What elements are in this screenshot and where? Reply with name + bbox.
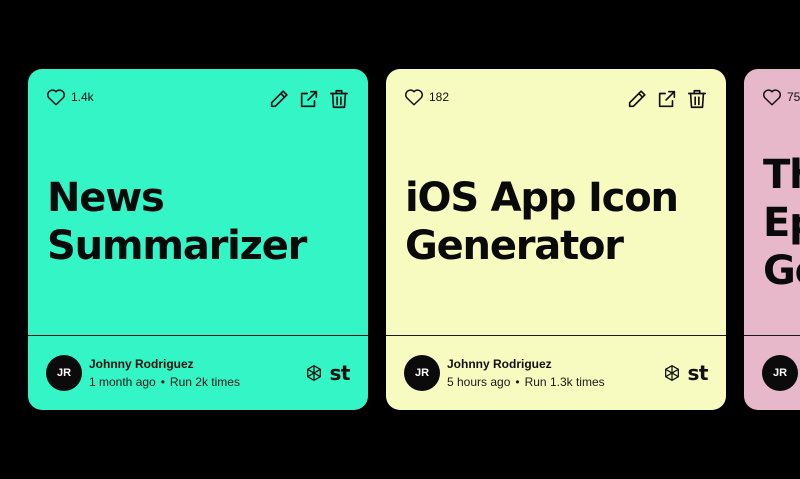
like-button[interactable]: 75 (762, 88, 800, 106)
card-title-line: Th (763, 152, 800, 198)
like-button[interactable]: 182 (404, 88, 449, 106)
card-meta: 5 hours ago • Run 1.3k times (447, 375, 605, 389)
brand-mark: st (662, 361, 709, 385)
card-actions (268, 88, 350, 110)
author-name[interactable]: Johnny Rodriguez (447, 357, 552, 371)
time-ago: 5 hours ago (447, 375, 511, 389)
card-title-line: iOS App Icon (405, 175, 679, 221)
card-header: 75 (744, 69, 800, 129)
separator-dot: • (160, 375, 165, 389)
card-title-line: Generator (405, 223, 624, 269)
external-link-icon[interactable] (656, 88, 678, 110)
card-header: 1.4k (28, 69, 368, 129)
run-count: Run 1.3k times (524, 375, 605, 389)
card-footer: JR Johnny Rodriguez 5 hours ago • Run 1.3k… (404, 355, 709, 391)
external-link-icon[interactable] (298, 88, 320, 110)
card-title-line: Ep (763, 200, 800, 246)
prompt-card[interactable]: 1.4k News Summarizer JR Johnny Rodriguez… (28, 69, 368, 410)
card-title-line: Go (763, 248, 800, 294)
like-button[interactable]: 1.4k (46, 88, 94, 106)
trash-icon[interactable] (686, 88, 708, 110)
heart-icon (46, 88, 66, 106)
avatar[interactable]: JR (762, 355, 798, 391)
like-count: 75 (787, 90, 800, 104)
heart-icon (404, 88, 424, 106)
avatar[interactable]: JR (46, 355, 82, 391)
brand-mark: st (304, 361, 351, 385)
pencil-icon[interactable] (626, 88, 648, 110)
card-title[interactable]: News Summarizer (47, 174, 357, 270)
divider (386, 335, 726, 336)
like-count: 1.4k (71, 90, 94, 104)
author-name[interactable]: Johnny Rodriguez (89, 357, 194, 371)
divider (744, 335, 800, 336)
divider (28, 335, 368, 336)
openai-logo-icon (304, 363, 324, 383)
heart-icon (762, 88, 782, 106)
brand-text: st (687, 361, 709, 385)
card-title-line: News (47, 175, 165, 221)
card-footer: JR (762, 355, 800, 391)
prompt-card[interactable]: 182 iOS App Icon Generator JR Johnny Rod… (386, 69, 726, 410)
avatar[interactable]: JR (404, 355, 440, 391)
separator-dot: • (515, 375, 520, 389)
card-actions (626, 88, 708, 110)
card-carousel: 1.4k News Summarizer JR Johnny Rodriguez… (0, 0, 800, 479)
trash-icon[interactable] (328, 88, 350, 110)
card-header: 182 (386, 69, 726, 129)
brand-text: st (329, 361, 351, 385)
card-footer: JR Johnny Rodriguez 1 month ago • Run 2k t… (46, 355, 351, 391)
like-count: 182 (429, 90, 450, 104)
card-meta: 1 month ago • Run 2k times (89, 375, 240, 389)
openai-logo-icon (662, 363, 682, 383)
card-title[interactable]: Th Ep Go (763, 151, 800, 295)
time-ago: 1 month ago (89, 375, 156, 389)
prompt-card[interactable]: 75 Th Ep Go JR (744, 69, 800, 410)
pencil-icon[interactable] (268, 88, 290, 110)
run-count: Run 2k times (169, 375, 240, 389)
card-title-line: Summarizer (47, 223, 307, 269)
card-title[interactable]: iOS App Icon Generator (405, 174, 715, 270)
